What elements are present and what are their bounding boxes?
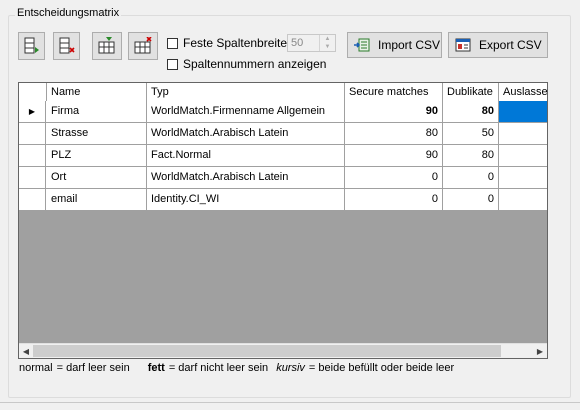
export-csv-icon: [455, 38, 471, 52]
column-header-auslasse[interactable]: Auslasse: [499, 83, 547, 101]
cell-secure-matches[interactable]: 0: [345, 189, 443, 210]
cell-secure-matches[interactable]: 90: [345, 101, 443, 122]
column-header-secure-matches[interactable]: Secure matches: [345, 83, 443, 101]
cell-typ[interactable]: WorldMatch.Arabisch Latein: [147, 167, 345, 188]
cell-auslasse[interactable]: 1: [499, 167, 547, 188]
decision-matrix-grid[interactable]: Name Typ Secure matches Dublikate Auslas…: [18, 82, 548, 359]
cell-dublikate[interactable]: 80: [443, 145, 499, 166]
column-header-name[interactable]: Name: [47, 83, 147, 101]
group-title: Entscheidungsmatrix: [15, 7, 122, 19]
cell-secure-matches[interactable]: 90: [345, 145, 443, 166]
legend-bold-word: fett: [147, 362, 165, 374]
column-header-typ[interactable]: Typ: [147, 83, 345, 101]
table-row[interactable]: Strasse WorldMatch.Arabisch Latein 80 50…: [19, 123, 547, 145]
row-header[interactable]: [19, 167, 46, 188]
scrollbar-thumb[interactable]: [33, 345, 501, 357]
cell-typ[interactable]: WorldMatch.Arabisch Latein: [147, 123, 345, 144]
show-column-numbers-label: Spaltennummern anzeigen: [183, 57, 327, 71]
grid-header: Name Typ Secure matches Dublikate Auslas…: [19, 83, 547, 102]
divider: [0, 402, 580, 403]
column-header-dublikate[interactable]: Dublikate: [443, 83, 499, 101]
delete-row-button[interactable]: [53, 32, 80, 60]
fixed-column-width-label: Feste Spaltenbreite: [183, 36, 288, 50]
table-row[interactable]: email Identity.CI_WI 0 0 1: [19, 189, 547, 211]
column-width-value: 50: [291, 37, 304, 49]
table-row[interactable]: PLZ Fact.Normal 90 80 1: [19, 145, 547, 167]
add-column-icon: [98, 37, 115, 54]
delete-column-button[interactable]: [128, 32, 158, 60]
export-csv-label: Export CSV: [479, 38, 542, 52]
import-csv-button[interactable]: Import CSV: [347, 32, 442, 58]
scroll-left-icon[interactable]: ◀: [19, 344, 33, 358]
add-row-button[interactable]: [18, 32, 45, 60]
show-column-numbers-checkbox[interactable]: Spaltennummern anzeigen: [167, 57, 326, 71]
cell-auslasse-selected[interactable]: 1: [499, 101, 547, 122]
cell-auslasse[interactable]: 1: [499, 145, 547, 166]
add-column-button[interactable]: [92, 32, 122, 60]
add-row-icon: [24, 37, 39, 54]
fixed-column-width-checkbox[interactable]: Feste Spaltenbreite: [167, 36, 287, 50]
row-pointer-icon: ▶: [28, 107, 36, 116]
cell-name[interactable]: Firma: [47, 101, 147, 122]
cell-name[interactable]: email: [47, 189, 147, 210]
format-legend: normal = darf leer sein fett = darf nich…: [19, 362, 454, 374]
checkbox-box: [167, 58, 178, 70]
legend-bold-text: = darf nicht leer sein: [168, 362, 269, 374]
export-csv-button[interactable]: Export CSV: [448, 32, 548, 58]
cell-auslasse[interactable]: 1: [499, 123, 547, 144]
table-row[interactable]: ▶ Firma WorldMatch.Firmenname Allgemein …: [19, 101, 547, 123]
cell-dublikate[interactable]: 0: [443, 189, 499, 210]
spinner-arrows[interactable]: ▲ ▼: [319, 35, 335, 51]
table-row[interactable]: Ort WorldMatch.Arabisch Latein 0 0 1: [19, 167, 547, 189]
cell-name[interactable]: Ort: [47, 167, 147, 188]
legend-normal-word: normal: [19, 362, 53, 374]
cell-secure-matches[interactable]: 0: [345, 167, 443, 188]
row-header[interactable]: [19, 145, 46, 166]
spinner-down-icon[interactable]: ▼: [320, 43, 335, 51]
cell-name[interactable]: PLZ: [47, 145, 147, 166]
cell-typ[interactable]: Fact.Normal: [147, 145, 345, 166]
cell-name[interactable]: Strasse: [47, 123, 147, 144]
checkbox-box: [167, 37, 178, 49]
row-header-corner: [19, 83, 47, 101]
cell-secure-matches[interactable]: 80: [345, 123, 443, 144]
legend-italic-text: = beide befüllt oder beide leer: [308, 362, 455, 374]
import-csv-label: Import CSV: [378, 38, 441, 52]
cell-typ[interactable]: WorldMatch.Firmenname Allgemein: [147, 101, 345, 122]
cell-auslasse[interactable]: 1: [499, 189, 547, 210]
delete-column-icon: [134, 37, 152, 54]
spinner-up-icon[interactable]: ▲: [320, 35, 335, 43]
current-row-indicator[interactable]: ▶: [19, 101, 46, 122]
cell-typ[interactable]: Identity.CI_WI: [147, 189, 345, 210]
cell-dublikate[interactable]: 0: [443, 167, 499, 188]
cell-dublikate[interactable]: 80: [443, 101, 499, 122]
legend-normal-text: = darf leer sein: [56, 362, 130, 374]
import-csv-icon: [354, 38, 370, 52]
legend-italic-word: kursiv: [276, 362, 305, 374]
row-header[interactable]: [19, 189, 46, 210]
delete-row-icon: [59, 37, 75, 54]
cell-dublikate[interactable]: 50: [443, 123, 499, 144]
column-width-spinner[interactable]: 50 ▲ ▼: [287, 34, 336, 52]
horizontal-scrollbar[interactable]: ◀ ▶: [19, 343, 547, 358]
scroll-right-icon[interactable]: ▶: [533, 344, 547, 358]
row-header[interactable]: [19, 123, 46, 144]
